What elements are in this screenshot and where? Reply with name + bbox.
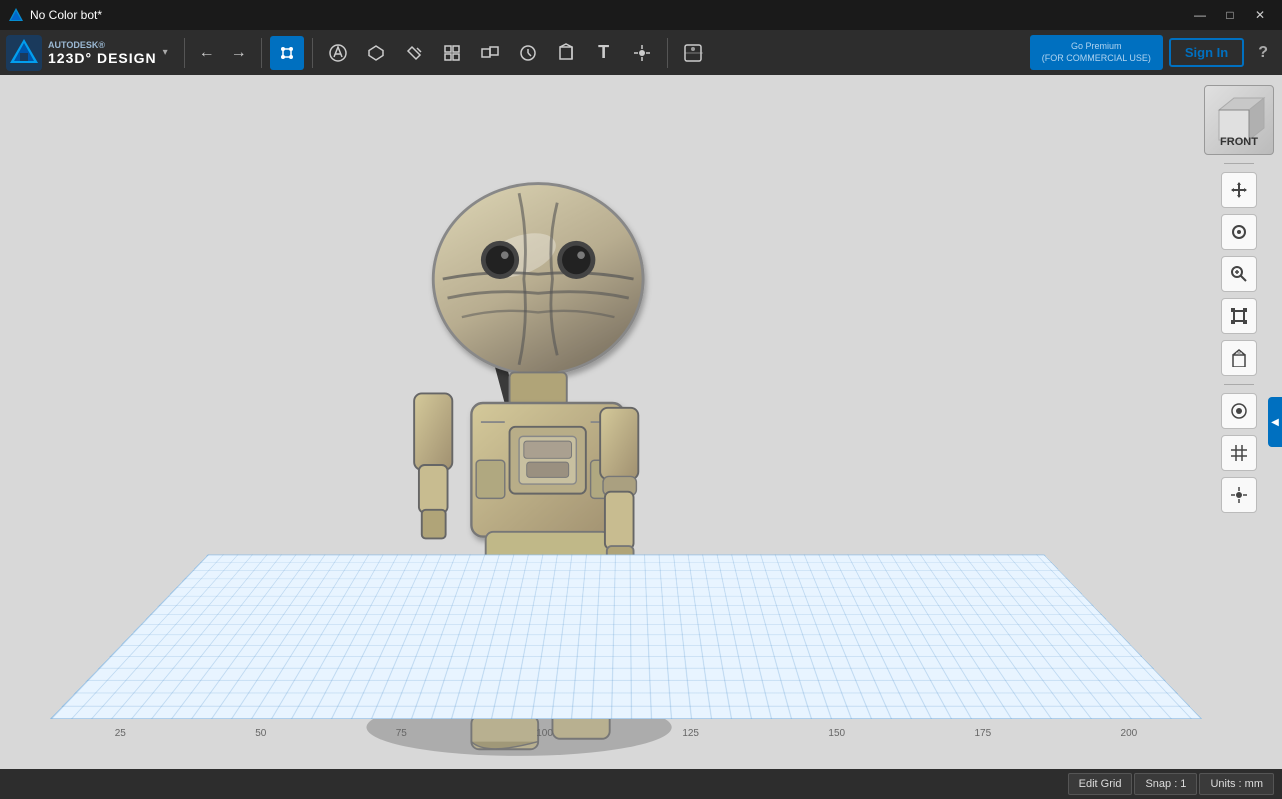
orbit-icon xyxy=(1230,223,1248,241)
ruler-mark-25: 25 xyxy=(115,728,126,739)
primitives-icon xyxy=(556,43,576,63)
units-button[interactable]: Units : mm xyxy=(1199,773,1274,795)
ruler-mark-175: 175 xyxy=(974,728,991,739)
construct-icon xyxy=(366,43,386,63)
ruler-bottom: 25 50 75 100 125 150 175 200 xyxy=(50,714,1202,739)
logo: AUTODESK® 123D° DESIGN ▾ xyxy=(6,35,168,71)
right-separator-1 xyxy=(1224,163,1254,164)
pattern-icon xyxy=(442,43,462,63)
logo-line1: AUTODESK® xyxy=(48,40,157,50)
fit-button[interactable] xyxy=(1221,298,1257,334)
pattern-tool-button[interactable] xyxy=(435,36,469,70)
premium-sublabel: (FOR COMMERCIAL USE) xyxy=(1042,53,1151,65)
autodesk-logo xyxy=(6,35,42,71)
ruler-mark-50: 50 xyxy=(255,728,266,739)
measure-tool-button[interactable] xyxy=(511,36,545,70)
primitives-tool-button[interactable] xyxy=(549,36,583,70)
toggle-view-icon xyxy=(1230,402,1248,420)
grid-view-icon xyxy=(1230,444,1248,462)
help-button[interactable]: ? xyxy=(1250,40,1276,66)
toolbar: AUTODESK® 123D° DESIGN ▾ ← → xyxy=(0,30,1282,75)
material-icon xyxy=(683,43,703,63)
snap-button[interactable]: Snap : 1 xyxy=(1134,773,1197,795)
pan-button[interactable] xyxy=(1221,172,1257,208)
modify-icon xyxy=(404,43,424,63)
ruler-mark-150: 150 xyxy=(828,728,845,739)
app-icon xyxy=(8,7,24,23)
toolbar-separator-2 xyxy=(261,38,262,68)
grid-view-button[interactable] xyxy=(1221,435,1257,471)
logo-text: AUTODESK® 123D° DESIGN xyxy=(48,40,157,66)
grid-floor xyxy=(50,555,1202,719)
right-panel: FRONT xyxy=(1204,85,1274,513)
view-home-button[interactable] xyxy=(1221,340,1257,376)
snap-settings-icon xyxy=(1230,486,1248,504)
construct-tool-button[interactable] xyxy=(359,36,393,70)
premium-label: Go Premium xyxy=(1042,41,1151,53)
orbit-button[interactable] xyxy=(1221,214,1257,250)
back-button[interactable]: ← xyxy=(193,40,221,66)
sketch-tool-button[interactable] xyxy=(321,36,355,70)
text-tool-button[interactable]: T xyxy=(587,36,621,70)
snap-tool-button[interactable] xyxy=(625,36,659,70)
forward-button[interactable]: → xyxy=(225,40,253,66)
group-tool-button[interactable] xyxy=(473,36,507,70)
toolbar-separator-4 xyxy=(667,38,668,68)
logo-dropdown[interactable]: ▾ xyxy=(163,47,168,58)
toolbar-right: Go Premium (FOR COMMERCIAL USE) Sign In … xyxy=(1030,35,1276,70)
window-title: No Color bot* xyxy=(30,8,102,22)
text-icon: T xyxy=(598,42,609,63)
statusbar: Edit Grid Snap : 1 Units : mm xyxy=(0,769,1282,799)
side-expand-icon: ◀ xyxy=(1271,417,1279,428)
ruler-mark-75: 75 xyxy=(396,728,407,739)
sketch-icon xyxy=(328,43,348,63)
premium-button[interactable]: Go Premium (FOR COMMERCIAL USE) xyxy=(1030,35,1163,70)
right-separator-2 xyxy=(1224,384,1254,385)
maximize-button[interactable]: □ xyxy=(1216,5,1244,25)
ruler-mark-125: 125 xyxy=(682,728,699,739)
zoom-button[interactable] xyxy=(1221,256,1257,292)
titlebar-left: No Color bot* xyxy=(8,7,102,23)
fit-icon xyxy=(1230,307,1248,325)
titlebar: No Color bot* — □ ✕ xyxy=(0,0,1282,30)
transform-icon xyxy=(277,43,297,63)
pan-icon xyxy=(1230,181,1248,199)
view-home-icon xyxy=(1230,349,1248,367)
measure-icon xyxy=(518,43,538,63)
material-tool-button[interactable] xyxy=(676,36,710,70)
view-cube-label: FRONT xyxy=(1220,136,1258,148)
modify-tool-button[interactable] xyxy=(397,36,431,70)
transform-tool-button[interactable] xyxy=(270,36,304,70)
view-cube[interactable]: FRONT xyxy=(1204,85,1274,155)
toolbar-separator-1 xyxy=(184,38,185,68)
snap-icon xyxy=(632,43,652,63)
zoom-icon xyxy=(1230,265,1248,283)
viewport[interactable]: 25 50 75 100 125 150 175 200 FRONT xyxy=(0,75,1282,769)
minimize-button[interactable]: — xyxy=(1186,5,1214,25)
window-controls: — □ ✕ xyxy=(1186,5,1274,25)
ruler-mark-200: 200 xyxy=(1121,728,1138,739)
side-expand-button[interactable]: ◀ xyxy=(1268,397,1282,447)
edit-grid-button[interactable]: Edit Grid xyxy=(1068,773,1133,795)
close-button[interactable]: ✕ xyxy=(1246,5,1274,25)
logo-line2: 123D° DESIGN xyxy=(48,50,157,66)
toolbar-separator-3 xyxy=(312,38,313,68)
snap-settings-button[interactable] xyxy=(1221,477,1257,513)
toggle-view-button[interactable] xyxy=(1221,393,1257,429)
ruler-mark-100: 100 xyxy=(536,728,553,739)
signin-button[interactable]: Sign In xyxy=(1169,38,1244,67)
group-icon xyxy=(480,43,500,63)
